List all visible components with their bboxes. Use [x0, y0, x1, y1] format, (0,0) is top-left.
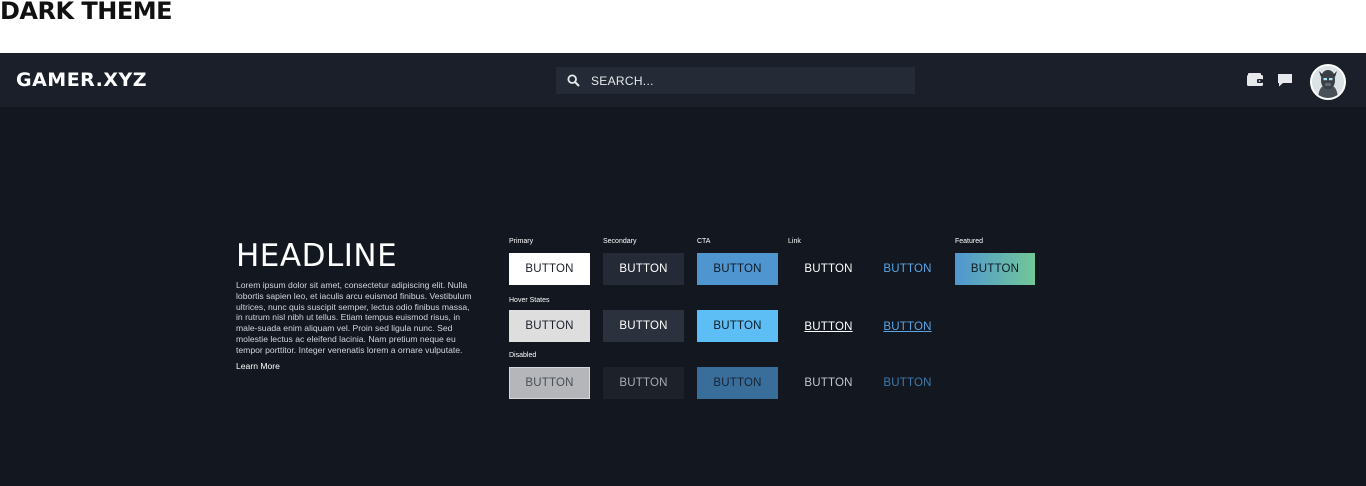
search-input[interactable] — [588, 67, 888, 94]
headline: HEADLINE — [236, 238, 398, 274]
label-primary: Primary — [509, 238, 534, 245]
avatar[interactable] — [1310, 64, 1346, 100]
link-blue-button-disabled: BUTTON — [867, 367, 948, 399]
label-hover-states: Hover States — [509, 297, 550, 304]
wallet-icon[interactable] — [1246, 72, 1264, 88]
secondary-button[interactable]: BUTTON — [603, 253, 684, 285]
page-title: DARK THEME — [0, 0, 173, 25]
link-button-disabled: BUTTON — [788, 367, 869, 399]
cta-button-hover[interactable]: BUTTON — [697, 310, 778, 342]
label-secondary: Secondary — [603, 238, 637, 245]
label-featured: Featured — [955, 238, 984, 245]
label-cta: CTA — [697, 238, 711, 245]
search-icon — [558, 67, 588, 94]
link-blue-button[interactable]: BUTTON — [867, 253, 948, 285]
featured-button[interactable]: BUTTON — [955, 253, 1035, 285]
search-bar[interactable] — [556, 67, 915, 94]
link-blue-button-hover[interactable]: BUTTON — [867, 311, 948, 343]
label-link: Link — [788, 238, 801, 245]
label-disabled: Disabled — [509, 352, 537, 359]
navbar: GAMER.XYZ — [0, 53, 1366, 107]
primary-button-disabled: BUTTON — [509, 367, 590, 399]
primary-button[interactable]: BUTTON — [509, 253, 590, 285]
secondary-button-hover[interactable]: BUTTON — [603, 310, 684, 342]
link-button[interactable]: BUTTON — [788, 253, 869, 285]
logo[interactable]: GAMER.XYZ — [16, 68, 147, 92]
primary-button-hover[interactable]: BUTTON — [509, 310, 590, 342]
secondary-button-disabled: BUTTON — [603, 367, 684, 399]
app-canvas: GAMER.XYZ HEADLINE Lor — [0, 53, 1366, 486]
cta-button[interactable]: BUTTON — [697, 253, 778, 285]
hero: HEADLINE Lorem ipsum dolor sit amet, con… — [236, 238, 481, 374]
learn-more-link[interactable]: Learn More — [236, 361, 280, 371]
cta-button-disabled: BUTTON — [697, 367, 778, 399]
link-button-hover[interactable]: BUTTON — [788, 311, 869, 343]
chat-icon[interactable] — [1276, 72, 1294, 88]
hero-body-text: Lorem ipsum dolor sit amet, consectetur … — [236, 280, 472, 355]
